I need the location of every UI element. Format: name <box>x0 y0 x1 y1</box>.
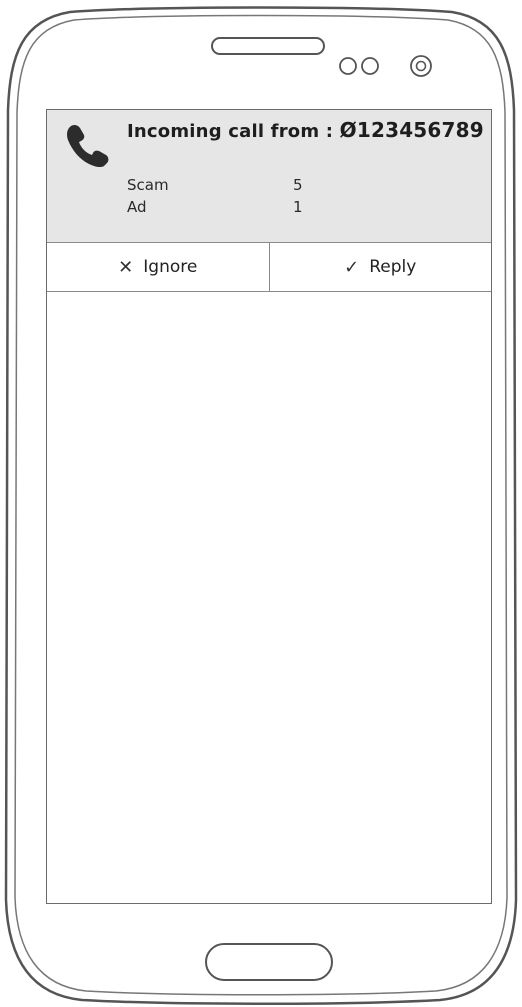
stat-value: 5 <box>293 176 303 194</box>
stat-value: 1 <box>293 198 303 216</box>
ignore-label: Ignore <box>143 257 198 277</box>
sensor-dot <box>339 57 357 75</box>
reply-label: Reply <box>369 257 417 277</box>
close-icon: ✕ <box>118 256 134 278</box>
reply-button[interactable]: ✓ Reply <box>268 243 492 291</box>
check-icon: ✓ <box>344 256 360 278</box>
stat-label: Scam <box>127 176 169 194</box>
caller-number: Ø123456789 <box>339 118 484 142</box>
phone-icon <box>65 122 111 168</box>
home-button <box>205 943 333 981</box>
stat-label: Ad <box>127 198 147 216</box>
call-title-prefix: Incoming call from : <box>127 121 334 142</box>
phone-screen: Incoming call from : Ø123456789 Scam 5 A… <box>46 109 492 904</box>
call-actions: ✕ Ignore ✓ Reply <box>47 243 491 292</box>
sensor-dot <box>361 57 379 75</box>
call-title: Incoming call from : Ø123456789 <box>127 118 484 142</box>
speaker-grille <box>211 37 325 55</box>
incoming-call-notification: Incoming call from : Ø123456789 Scam 5 A… <box>47 110 491 243</box>
ignore-button[interactable]: ✕ Ignore <box>47 243 269 291</box>
